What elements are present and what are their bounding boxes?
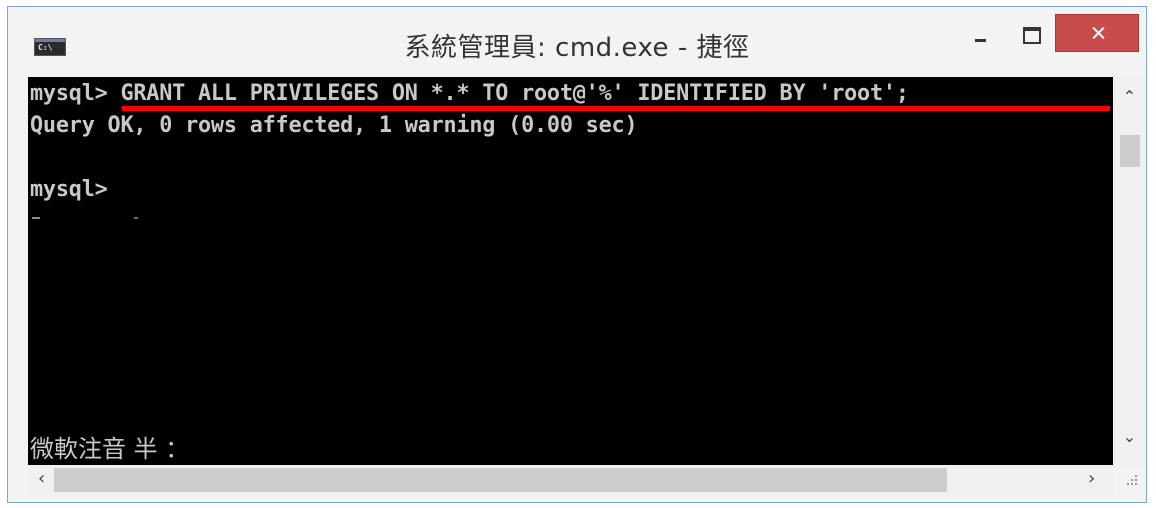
highlight-underline: [122, 106, 1110, 111]
maximize-button[interactable]: [1012, 19, 1050, 51]
horizontal-scroll-thumb[interactable]: [54, 468, 947, 492]
resize-grip-icon[interactable]: [1121, 473, 1139, 491]
console-output[interactable]: mysql> GRANT ALL PRIVILEGES ON *.* TO ro…: [28, 77, 1113, 465]
horizontal-scrollbar[interactable]: ‹ ›: [28, 465, 1113, 495]
title-bar[interactable]: C:\ 系統管理員: cmd.exe - 捷徑: [8, 7, 1146, 77]
console-prompt: mysql>: [30, 177, 108, 202]
scroll-up-icon[interactable]: ⌃: [1113, 87, 1146, 115]
close-button[interactable]: [1055, 14, 1139, 52]
cmd-window: C:\ 系統管理員: cmd.exe - 捷徑 mysql> GRANT ALL…: [7, 6, 1147, 503]
console-line: Query OK, 0 rows affected, 1 warning (0.…: [30, 113, 638, 138]
vertical-scrollbar[interactable]: ⌃ ⌄: [1113, 77, 1146, 465]
console-line: mysql> GRANT ALL PRIVILEGES ON *.* TO ro…: [30, 81, 909, 106]
scroll-down-icon[interactable]: ⌄: [1113, 427, 1146, 455]
minimize-button[interactable]: [963, 19, 997, 51]
text-cursor-mark: [134, 217, 138, 219]
vertical-scroll-thumb[interactable]: [1120, 135, 1140, 167]
text-cursor: [32, 217, 40, 219]
scroll-left-icon[interactable]: ‹: [38, 468, 45, 489]
ime-status: 微軟注音 半 ：: [30, 435, 190, 463]
scroll-right-icon[interactable]: ›: [1088, 468, 1095, 489]
